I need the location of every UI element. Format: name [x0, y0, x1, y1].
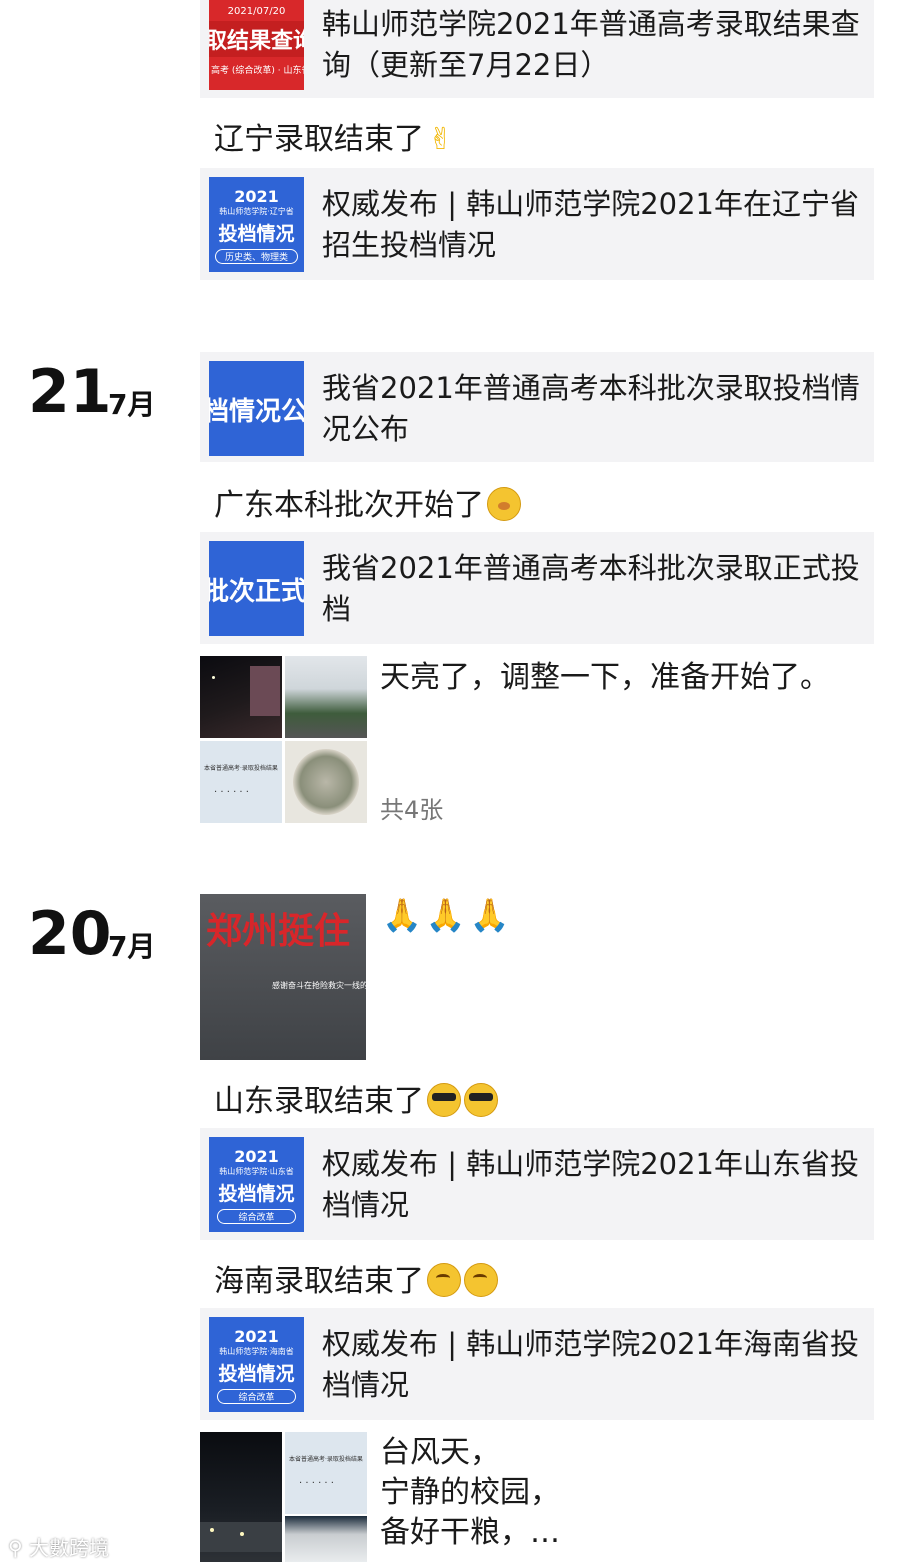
photo-food-bowl[interactable]: [285, 741, 367, 823]
photo-title: 郑州挺住: [206, 910, 351, 952]
wink-face-icon: [427, 1263, 461, 1297]
article-thumbnail: 2021 韩山师范学院·辽宁省 投档情况 历史类、物理类: [209, 177, 304, 272]
article-thumbnail: 2021 韩山师范学院·山东省 投档情况 综合改革: [209, 1137, 304, 1232]
post-text-typhoon-3: 备好干粮，…: [380, 1515, 560, 1550]
article-card-shandong[interactable]: 2021 韩山师范学院·山东省 投档情况 综合改革 权威发布 | 韩山师范学院2…: [200, 1128, 874, 1240]
thumb-year: 2021: [234, 1327, 279, 1346]
article-title: 韩山师范学院2021年普通高考录取结果查询（更新至7月22日）: [322, 7, 860, 82]
post-caption-hainan: 海南录取结束了: [214, 1262, 498, 1302]
thumb-date: 2021/07/20: [227, 6, 286, 17]
folded-hands-icon: 🙏: [469, 896, 510, 934]
caption-text: 山东录取结束了: [214, 1084, 424, 1119]
photo-doc-line: 本省普通高考·录取投档结果: [204, 765, 278, 772]
thumb-tag: 历史类、物理类: [215, 249, 298, 264]
wink-face-icon: [464, 1263, 498, 1297]
thumb-tag: 综合改革: [217, 1209, 296, 1224]
date-month: 7月: [108, 930, 156, 963]
photo-night-street[interactable]: [200, 656, 282, 738]
article-thumbnail: 档情况公: [209, 361, 304, 456]
photo-doc-dots: · · · · · ·: [214, 787, 249, 798]
thumb-title: 档情况公: [209, 397, 304, 427]
article-card-hainan[interactable]: 2021 韩山师范学院·海南省 投档情况 综合改革 权威发布 | 韩山师范学院2…: [200, 1308, 874, 1420]
photo-doc-dots: · · · · · ·: [299, 1478, 334, 1489]
caption-text: 辽宁录取结束了: [214, 122, 424, 157]
article-card-undergrad-info[interactable]: 档情况公 我省2021年普通高考本科批次录取投档情况公布: [200, 352, 874, 462]
photo-doc-line: 本省普通高考·录取投档结果: [289, 1456, 363, 1463]
post-text-typhoon-2: 宁静的校园，: [380, 1475, 560, 1510]
thumb-title: 投档情况: [218, 1183, 295, 1205]
thumb-title: 批次正式: [209, 577, 304, 607]
photo-night-campus[interactable]: [200, 1432, 282, 1562]
thumb-title: 投档情况: [218, 223, 295, 245]
thumb-subtitle: 高考 (综合改革) · 山东省: [211, 66, 304, 76]
photo-campus-building[interactable]: [285, 1516, 367, 1562]
watermark-logo-icon: ⚲: [8, 1536, 30, 1560]
article-card-result-query[interactable]: 2021/07/20 取结果查询 高考 (综合改革) · 山东省 韩山师范学院2…: [200, 0, 874, 98]
thumb-line: 韩山师范学院·海南省: [219, 1347, 294, 1356]
article-thumbnail: 2021/07/20 取结果查询 高考 (综合改革) · 山东省: [209, 0, 304, 90]
photo-subtitle: 感谢奋斗在抢险救灾一线的: [272, 981, 366, 990]
sunglasses-face-icon: [464, 1083, 498, 1117]
post-text-typhoon-1: 台风天，: [380, 1435, 500, 1470]
article-title: 我省2021年普通高考本科批次录取投档情况公布: [322, 371, 860, 446]
thumb-tag: 综合改革: [217, 1389, 296, 1404]
article-title: 权威发布 | 韩山师范学院2021年在辽宁省招生投档情况: [322, 187, 860, 262]
prayer-emojis: 🙏 🙏 🙏: [382, 896, 514, 934]
folded-hands-icon: 🙏: [382, 896, 422, 934]
folded-hands-icon: 🙏: [425, 896, 466, 934]
article-title: 权威发布 | 韩山师范学院2021年海南省投档情况: [322, 1327, 860, 1402]
watermark-text: 大數跨境: [29, 1536, 110, 1560]
hugging-face-icon: [487, 487, 521, 521]
thumb-year: 2021: [234, 1147, 279, 1166]
photo-campus-trees[interactable]: [285, 656, 367, 738]
article-card-undergrad-official[interactable]: 批次正式 我省2021年普通高考本科批次录取正式投档: [200, 532, 874, 644]
thumb-title: 取结果查询: [209, 21, 304, 57]
thumb-year: 2021: [234, 187, 279, 206]
post-caption-guangdong: 广东本科批次开始了: [214, 486, 521, 526]
photo-zhengzhou[interactable]: 郑州挺住 感谢奋斗在抢险救灾一线的: [200, 894, 366, 1060]
sunglasses-face-icon: [427, 1083, 461, 1117]
article-title: 权威发布 | 韩山师范学院2021年山东省投档情况: [322, 1147, 860, 1222]
photo-count: 共4张: [380, 796, 444, 824]
article-card-liaoning[interactable]: 2021 韩山师范学院·辽宁省 投档情况 历史类、物理类 权威发布 | 韩山师范…: [200, 168, 874, 280]
date-day: 20: [28, 899, 112, 969]
date-month: 7月: [108, 388, 156, 421]
caption-text: 海南录取结束了: [214, 1264, 424, 1299]
thumb-line: 韩山师范学院·山东省: [219, 1167, 294, 1176]
date-day: 21: [28, 357, 112, 427]
photo-document[interactable]: 本省普通高考·录取投档结果 · · · · · ·: [285, 1432, 367, 1514]
post-caption-liaoning: 辽宁录取结束了 ✌: [214, 120, 453, 160]
thumb-line: 韩山师范学院·辽宁省: [219, 207, 294, 216]
photo-document[interactable]: 本省普通高考·录取投档结果 · · · · · ·: [200, 741, 282, 823]
caption-text: 广东本科批次开始了: [214, 488, 484, 523]
thumb-title: 投档情况: [218, 1363, 295, 1385]
watermark: ⚲ 大數跨境: [8, 1532, 109, 1561]
post-text-dawn: 天亮了，调整一下，准备开始了。: [380, 660, 830, 695]
article-thumbnail: 2021 韩山师范学院·海南省 投档情况 综合改革: [209, 1317, 304, 1412]
victory-hand-icon: ✌: [428, 122, 454, 157]
article-title: 我省2021年普通高考本科批次录取正式投档: [322, 551, 860, 626]
post-caption-shandong: 山东录取结束了: [214, 1082, 498, 1122]
article-thumbnail: 批次正式: [209, 541, 304, 636]
